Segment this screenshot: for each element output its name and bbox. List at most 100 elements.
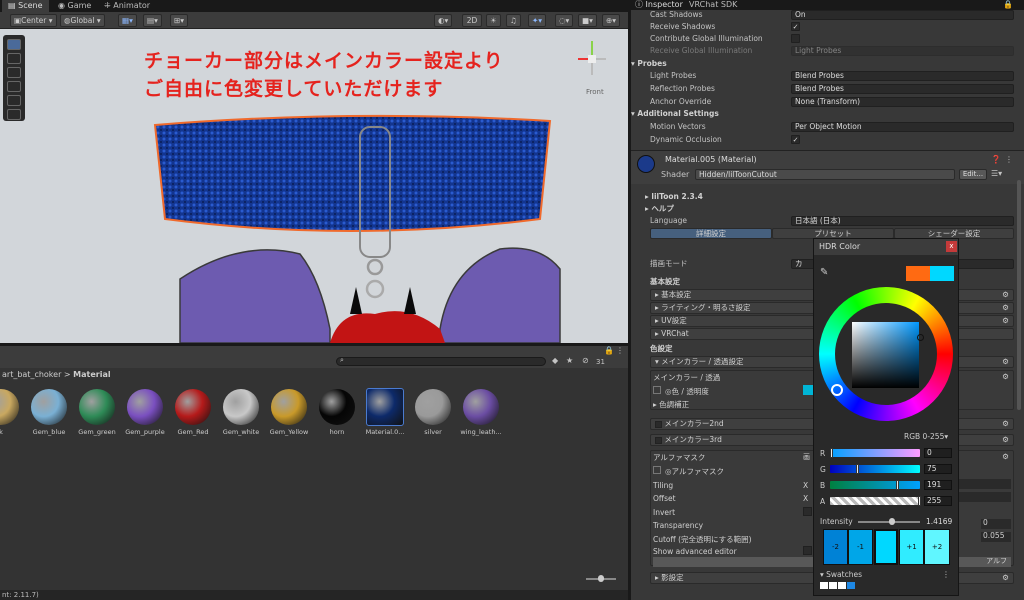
motion-vectors-dropdown[interactable]: Per Object Motion	[791, 122, 1014, 132]
gear-icon[interactable]: ⚙	[1002, 303, 1009, 313]
gear-icon[interactable]: ⚙	[1002, 372, 1009, 381]
asset-item[interactable]: Gem_Red	[170, 389, 216, 436]
list-icon[interactable]: ☰▾	[991, 169, 1002, 178]
help-icon[interactable]: ❓	[991, 155, 1001, 164]
channel-a-knob[interactable]	[918, 496, 921, 506]
texture-slot[interactable]	[653, 386, 661, 394]
channel-g-field[interactable]: 75	[924, 464, 952, 474]
contribute-gi-checkbox[interactable]	[791, 34, 800, 43]
texture-slot[interactable]	[653, 466, 661, 474]
cast-shadows-dropdown[interactable]: On	[791, 10, 1014, 20]
eyedropper-icon[interactable]: ✎	[820, 267, 828, 278]
zoom-slider-knob[interactable]	[598, 575, 604, 582]
alpha-mask-mode-dropdown[interactable]: 画	[803, 452, 810, 462]
color-mode-dropdown[interactable]: RGB 0-255▾	[904, 432, 948, 441]
invert-checkbox[interactable]	[803, 507, 812, 516]
intensity-swatch-plus-2[interactable]: +2	[924, 529, 950, 565]
space-dropdown[interactable]: ◍Global ▾	[60, 14, 105, 27]
tone-foldout[interactable]: ▸ 色調補正	[653, 399, 689, 410]
asset-item[interactable]: k	[0, 389, 24, 436]
draw-mode-button[interactable]: ◐▾	[434, 14, 453, 27]
search-input[interactable]	[336, 357, 546, 366]
tab-scene[interactable]: ▤ Scene	[2, 0, 49, 12]
scale-tool-icon[interactable]	[7, 81, 21, 92]
lock-icon[interactable]: 🔒	[604, 346, 614, 355]
channel-g-knob[interactable]	[855, 464, 859, 474]
hidden-button[interactable]: ◌▾	[555, 14, 574, 27]
swatch-item[interactable]	[838, 582, 846, 589]
swatches-foldout[interactable]: ▾ Swatches	[820, 570, 862, 579]
toggle-checkbox[interactable]	[655, 436, 662, 444]
breadcrumb-parent[interactable]: art_bat_choker	[2, 370, 61, 379]
swatch-item[interactable]	[829, 582, 837, 589]
additional-settings-header[interactable]: ▾ Additional Settings	[631, 108, 1015, 120]
audio-button[interactable]: ♫	[506, 14, 521, 27]
liltoon-version[interactable]: ▸ lilToon 2.3.4	[645, 191, 1024, 203]
asset-item[interactable]: Gem_purple	[122, 389, 168, 436]
toggle-checkbox[interactable]	[655, 420, 662, 428]
close-button[interactable]: x	[946, 241, 957, 252]
lighting-button[interactable]: ☀	[486, 14, 501, 27]
asset-item[interactable]: Material.0...	[362, 388, 408, 436]
light-probes-dropdown[interactable]: Blend Probes	[791, 71, 1014, 81]
pivot-dropdown[interactable]: ▣Center ▾	[10, 14, 57, 27]
gear-icon[interactable]: ⚙	[1002, 435, 1009, 445]
intensity-field[interactable]: 1.4169	[926, 517, 952, 526]
snap-increment-button[interactable]: ⊞▾	[170, 14, 189, 27]
probes-header[interactable]: ▾ Probes	[631, 58, 1015, 70]
channel-a-field[interactable]: 255	[924, 496, 952, 506]
move-tool-icon[interactable]	[7, 53, 21, 64]
shader-dropdown[interactable]: Hidden/lilToonCutout	[695, 169, 955, 180]
swatches-menu-icon[interactable]: ⋮	[942, 570, 950, 579]
tab-detail-settings[interactable]: 詳細設定	[650, 228, 772, 239]
gizmos-button[interactable]: ⊕▾	[602, 14, 621, 27]
asset-item[interactable]: Gem_blue	[26, 389, 72, 436]
reflection-probes-dropdown[interactable]: Blend Probes	[791, 84, 1014, 94]
preset-icon[interactable]: ⋮	[1005, 155, 1013, 164]
lock-icon[interactable]: 🔒	[1003, 0, 1013, 9]
language-dropdown[interactable]: 日本語 (日本)	[791, 216, 1014, 226]
help-foldout[interactable]: ▸ ヘルプ	[645, 203, 1024, 215]
channel-r-slider[interactable]	[830, 449, 920, 457]
tab-animator[interactable]: ⁜ Animator	[98, 0, 156, 12]
scene-viewport[interactable]: チョーカー部分はメインカラー設定より ご自由に色変更していただけます Front	[0, 29, 628, 343]
receive-shadows-checkbox[interactable]: ✓	[791, 22, 800, 31]
intensity-swatch-plus-1[interactable]: +1	[899, 529, 924, 565]
camera-button[interactable]: ■▾	[578, 14, 597, 27]
channel-b-knob[interactable]	[895, 480, 899, 490]
channel-a-slider[interactable]	[830, 497, 920, 505]
mode-2d-button[interactable]: 2D	[462, 14, 482, 27]
gear-icon[interactable]: ⚙	[1002, 419, 1009, 429]
previous-color-swatch[interactable]	[906, 266, 930, 281]
asset-item[interactable]: Gem_white	[218, 389, 264, 436]
hand-tool-icon[interactable]	[7, 39, 21, 50]
tab-game[interactable]: ◉ Game	[52, 0, 97, 12]
channel-b-field[interactable]: 191	[924, 480, 952, 490]
channel-g-slider[interactable]	[830, 465, 920, 473]
intensity-swatch-minus-2[interactable]: -2	[823, 529, 848, 565]
rect-tool-icon[interactable]	[7, 95, 21, 106]
anchor-override-field[interactable]: None (Transform)	[791, 97, 1014, 107]
transform-tool-icon[interactable]	[7, 109, 21, 120]
hue-picker-handle[interactable]	[831, 384, 843, 396]
sv-picker-handle[interactable]	[917, 334, 924, 341]
asset-item[interactable]: silver	[410, 389, 456, 436]
channel-r-knob[interactable]	[830, 448, 833, 458]
intensity-swatch-minus-1[interactable]: -1	[848, 529, 873, 565]
gear-icon[interactable]: ⚙	[1002, 316, 1009, 326]
asset-item[interactable]: Gem_green	[74, 389, 120, 436]
channel-r-field[interactable]: 0	[924, 448, 952, 458]
inspector-scrollbar[interactable]	[1017, 180, 1021, 410]
swatch-item[interactable]	[820, 582, 828, 589]
breadcrumb-current[interactable]: Material	[73, 370, 110, 379]
asset-item[interactable]: Gem_Yellow	[266, 389, 312, 436]
transparency-field[interactable]: 0	[981, 519, 1011, 529]
shader-edit-button[interactable]: Edit...	[959, 169, 987, 180]
orientation-gizmo[interactable]	[572, 37, 612, 87]
star-icon[interactable]: ★	[566, 356, 573, 365]
intensity-slider-knob[interactable]	[889, 518, 895, 525]
hidden-packages-icon[interactable]: ⊘	[582, 356, 589, 365]
gear-icon[interactable]: ⚙	[1002, 452, 1009, 461]
gear-icon[interactable]: ⚙	[1002, 573, 1009, 583]
swatch-item[interactable]	[847, 582, 855, 589]
